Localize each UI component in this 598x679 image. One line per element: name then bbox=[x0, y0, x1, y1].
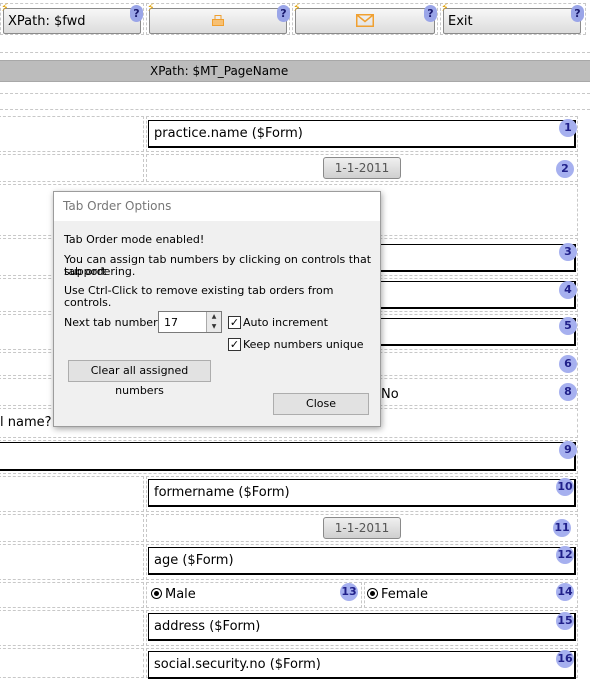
text-field[interactable] bbox=[376, 318, 576, 346]
spin-down-icon[interactable]: ▼ bbox=[206, 322, 221, 332]
form-cell bbox=[0, 648, 144, 678]
form-cell bbox=[0, 154, 144, 182]
form-cell bbox=[0, 582, 144, 608]
form-cell bbox=[0, 544, 144, 580]
divider bbox=[0, 109, 590, 110]
keep-unique-checkbox[interactable]: ✓ bbox=[228, 338, 241, 351]
tab-order-dialog: Tab Order Options Tab Order mode enabled… bbox=[53, 191, 381, 427]
female-label: Female bbox=[381, 587, 429, 602]
tab-order-badge[interactable]: 6 bbox=[559, 355, 577, 373]
address-field[interactable]: address ($Form) bbox=[148, 613, 576, 641]
text-field[interactable] bbox=[376, 244, 576, 272]
fwd-button-label: XPath: $fwd bbox=[8, 14, 86, 29]
tab-order-badge[interactable]: 16 bbox=[556, 650, 574, 668]
date-value: 1-1-2011 bbox=[334, 161, 390, 175]
exit-button[interactable]: Exit bbox=[443, 8, 581, 34]
question-label: l name? bbox=[0, 415, 52, 430]
auto-increment-checkbox[interactable]: ✓ bbox=[228, 316, 241, 329]
dialog-title: Tab Order Options bbox=[54, 192, 380, 221]
divider bbox=[0, 52, 590, 53]
text-field[interactable] bbox=[376, 281, 576, 309]
tab-order-badge[interactable]: 2 bbox=[556, 160, 574, 178]
tab-order-badge[interactable]: 15 bbox=[556, 612, 574, 630]
help-icon[interactable]: ? bbox=[424, 5, 437, 22]
female-radio[interactable]: Female bbox=[367, 587, 428, 602]
text-field[interactable] bbox=[0, 442, 576, 471]
male-radio[interactable]: Male bbox=[151, 587, 196, 602]
no-option-label: No bbox=[381, 387, 399, 402]
fwd-button[interactable]: XPath: $fwd bbox=[3, 8, 141, 34]
age-field[interactable]: age ($Form) bbox=[148, 547, 576, 575]
form-cell bbox=[0, 476, 144, 512]
printer-icon bbox=[212, 15, 224, 26]
age-value: age ($Form) bbox=[154, 553, 234, 568]
bolt-icon: ⚡ bbox=[441, 1, 449, 14]
dialog-line-3: Use Ctrl-Click to remove existing tab or… bbox=[64, 284, 334, 309]
next-tab-label: Next tab number: bbox=[64, 316, 162, 329]
formername-field[interactable]: formername ($Form) bbox=[148, 479, 576, 507]
tab-order-badge[interactable]: 9 bbox=[559, 441, 577, 459]
tab-order-badge[interactable]: 13 bbox=[340, 583, 358, 601]
date-picker-button[interactable]: 1-1-2011 bbox=[323, 517, 401, 539]
dialog-line-1: Tab Order mode enabled! bbox=[64, 233, 205, 246]
form-cell bbox=[0, 116, 144, 152]
radio-selected-icon bbox=[367, 588, 378, 599]
formername-value: formername ($Form) bbox=[154, 485, 290, 500]
address-value: address ($Form) bbox=[154, 619, 261, 634]
tab-order-badge[interactable]: 3 bbox=[559, 243, 577, 261]
practice-name-value: practice.name ($Form) bbox=[154, 126, 303, 141]
form-cell bbox=[0, 514, 144, 542]
divider bbox=[0, 93, 590, 94]
social-security-field[interactable]: social.security.no ($Form) bbox=[148, 651, 576, 679]
tab-order-badge[interactable]: 4 bbox=[559, 281, 577, 299]
male-label: Male bbox=[165, 587, 196, 602]
tab-order-badge[interactable]: 5 bbox=[559, 317, 577, 335]
keep-unique-label: Keep numbers unique bbox=[243, 338, 364, 351]
tab-order-badge[interactable]: 12 bbox=[556, 546, 574, 564]
close-button[interactable]: Close bbox=[273, 393, 369, 415]
bolt-icon: ⚡ bbox=[1, 1, 9, 14]
radio-selected-icon bbox=[151, 588, 162, 599]
exit-button-label: Exit bbox=[448, 14, 473, 29]
social-security-value: social.security.no ($Form) bbox=[154, 657, 321, 672]
print-button[interactable] bbox=[149, 8, 287, 34]
tab-order-badge[interactable]: 1 bbox=[559, 119, 577, 137]
spin-up-icon[interactable]: ▲ bbox=[206, 312, 221, 322]
form-cell bbox=[0, 610, 144, 646]
page-name-label: XPath: $MT_PageName bbox=[150, 64, 289, 78]
date-value: 1-1-2011 bbox=[334, 521, 390, 535]
practice-name-field[interactable]: practice.name ($Form) bbox=[148, 120, 576, 148]
tab-order-badge[interactable]: 10 bbox=[556, 478, 574, 496]
page-name-bar: XPath: $MT_PageName bbox=[0, 60, 590, 82]
help-icon[interactable]: ? bbox=[277, 5, 290, 22]
clear-all-label: Clear all assigned numbers bbox=[90, 364, 189, 397]
tab-order-badge[interactable]: 14 bbox=[556, 583, 574, 601]
date-picker-button[interactable]: 1-1-2011 bbox=[323, 157, 401, 179]
auto-increment-label: Auto increment bbox=[243, 316, 328, 329]
bolt-icon: ⚡ bbox=[147, 1, 155, 14]
help-icon[interactable]: ? bbox=[130, 5, 143, 22]
close-label: Close bbox=[306, 397, 336, 410]
bolt-icon: ⚡ bbox=[293, 1, 301, 14]
next-tab-number-value: 17 bbox=[164, 316, 178, 329]
mail-button[interactable] bbox=[295, 8, 435, 34]
tab-order-badge[interactable]: 11 bbox=[553, 519, 571, 537]
tab-order-badge[interactable]: 8 bbox=[559, 383, 577, 401]
clear-all-numbers-button[interactable]: Clear all assigned numbers bbox=[68, 360, 211, 397]
help-icon[interactable]: ? bbox=[571, 5, 584, 22]
envelope-icon bbox=[356, 14, 374, 27]
dialog-line-2b: tab ordering. bbox=[64, 265, 136, 278]
